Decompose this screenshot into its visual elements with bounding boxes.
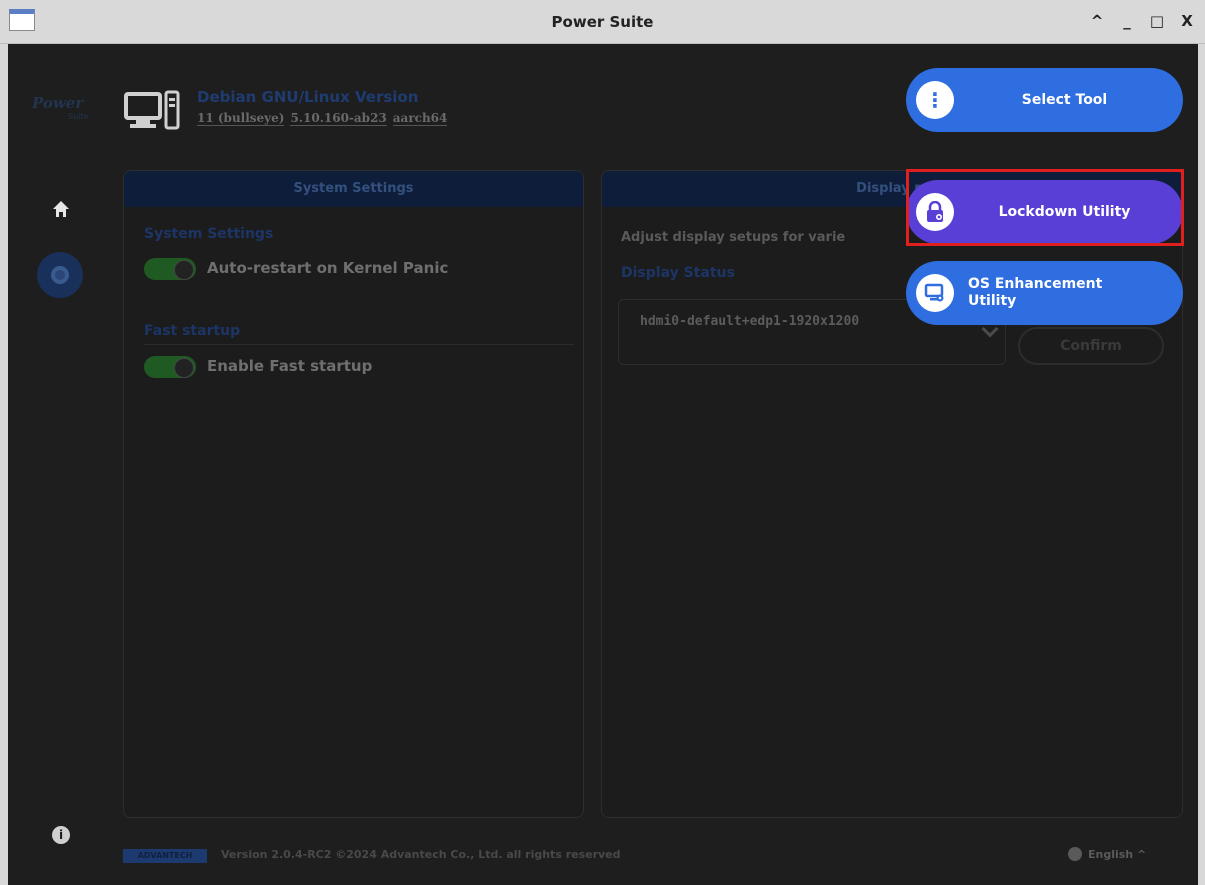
window-titlebar: Power Suite ^ _ □ X (0, 0, 1205, 44)
language-label: English ^ (1088, 847, 1147, 861)
os-enhancement-label-line1: OS Enhancement (968, 276, 1103, 292)
system-settings-title: System Settings (144, 226, 274, 242)
select-tool-button[interactable]: ⋮ Select Tool (906, 68, 1183, 132)
footer-version: Version 2.0.4-RC2 ©2024 Advantech Co., L… (221, 848, 621, 861)
advantech-logo: ADVANTECH (123, 849, 207, 863)
language-selector[interactable]: English ^ (1068, 847, 1146, 861)
fast-startup-toggle[interactable] (144, 356, 196, 378)
display-select-value: hdmi0-default+edp1-1920x1200 (640, 314, 860, 329)
close-button[interactable]: X (1179, 10, 1195, 32)
section-divider (144, 344, 574, 345)
computer-icon (124, 90, 180, 130)
window-controls: ^ _ □ X (1089, 10, 1195, 32)
os-name: Debian GNU/Linux Version (197, 88, 419, 106)
display-description: Adjust display setups for varie (621, 230, 846, 245)
monitor-gear-icon (916, 274, 954, 312)
fast-startup-label: Enable Fast startup (207, 357, 373, 375)
select-tool-label: Select Tool (1021, 92, 1108, 108)
os-kernel: 5.10.160-ab23 (290, 111, 387, 126)
app-logo-sub: Suite (68, 112, 89, 121)
auto-restart-label: Auto-restart on Kernel Panic (207, 259, 449, 277)
os-enhancement-label: OS Enhancement Utility (954, 276, 1183, 310)
confirm-button[interactable]: Confirm (1018, 327, 1164, 365)
globe-icon (1068, 847, 1082, 861)
sidebar-item-settings[interactable] (37, 252, 83, 298)
system-settings-header: System Settings (124, 171, 583, 207)
info-icon[interactable]: i (52, 826, 70, 844)
more-vertical-icon: ⋮ (916, 81, 954, 119)
os-arch: aarch64 (392, 111, 448, 126)
os-enhancement-button[interactable]: OS Enhancement Utility (906, 261, 1183, 325)
auto-restart-toggle[interactable] (144, 258, 196, 280)
os-enhancement-label-line2: Utility (968, 293, 1017, 309)
maximize-button[interactable]: □ (1149, 10, 1165, 32)
app-logo: Power (32, 94, 84, 112)
display-status-title: Display Status (621, 265, 735, 281)
window-title: Power Suite (551, 13, 654, 31)
home-icon (53, 201, 69, 217)
os-meta: 11 (bullseye) 5.10.160-ab23 aarch64 (197, 111, 448, 126)
os-version: 11 (bullseye) (197, 111, 285, 126)
fast-startup-title: Fast startup (144, 323, 241, 339)
sidebar-item-home[interactable] (50, 200, 72, 222)
minimize-button[interactable]: _ (1119, 10, 1135, 32)
highlight-box (906, 169, 1184, 246)
gear-icon (51, 266, 69, 284)
collapse-button[interactable]: ^ (1089, 10, 1105, 32)
